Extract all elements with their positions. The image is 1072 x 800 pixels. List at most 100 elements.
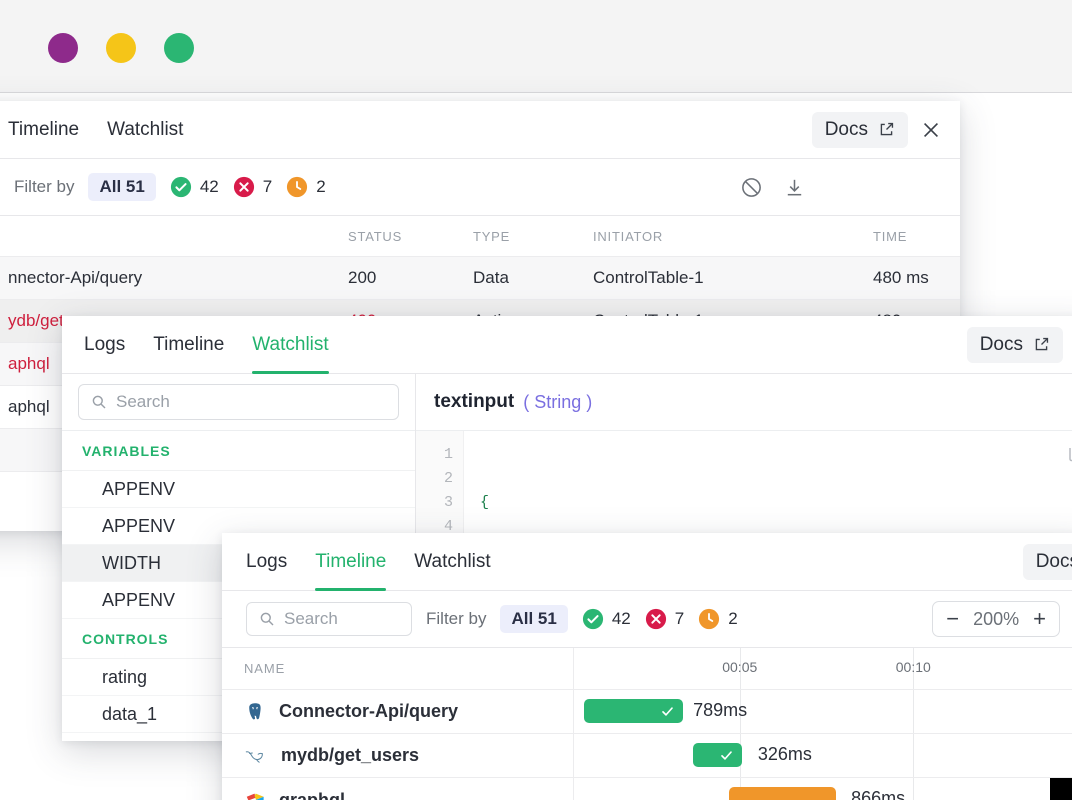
tab-logs-watchlist[interactable]: Logs [84,316,125,374]
zoom-in-button[interactable]: + [1033,608,1046,630]
timeline-panel: Logs Timeline Watchlist Docs Search Filt… [222,533,1072,800]
success-icon [170,176,192,198]
stat-error-count-timeline: 7 [675,609,684,629]
row-status: 200 [348,268,473,288]
line-number: 3 [416,491,453,515]
axis-tick-label: 00:05 [722,659,757,675]
check-icon [660,704,675,719]
tab-timeline-timeline[interactable]: Timeline [315,533,386,591]
tab-timeline-back[interactable]: Timeline [8,101,79,159]
row-name: nnector-Api/query [8,268,348,288]
search-input-watchlist[interactable]: Search [78,384,399,420]
watchlist-item[interactable]: APPENV [62,471,415,508]
timeline-axis: 00:05 00:10 00:1 [574,648,1072,689]
timeline-duration: 326ms [758,744,812,765]
zoom-out-button[interactable]: − [946,608,959,630]
network-table-header: STATUS TYPE INITIATOR TIME [0,216,960,257]
timeline-duration: 866ms [851,788,905,800]
tab-watchlist-back[interactable]: Watchlist [107,101,183,159]
axis-tick-label: 00:10 [896,659,931,675]
timeline-row[interactable]: Connector-Api/query 789ms [222,690,1072,734]
block-icon[interactable] [740,176,763,199]
stat-pending-count-timeline: 2 [728,609,737,629]
timeline-row-name: mydb/get_users [281,745,419,766]
filter-by-label-timeline: Filter by [426,609,486,629]
copy-icon[interactable] [1067,441,1072,463]
tab-timeline-watchlist[interactable]: Timeline [153,316,224,374]
timeline-row-name: Connector-Api/query [279,701,458,722]
timeline-bar[interactable] [729,787,835,800]
tab-watchlist-timeline[interactable]: Watchlist [414,533,490,591]
filter-by-label-back: Filter by [14,177,74,197]
timeline-duration: 789ms [693,700,747,721]
timeline-row-name: graphql [279,790,345,800]
stat-success-count-back: 42 [200,177,219,197]
timeline-row-grid: 326ms [574,734,1072,777]
timeline-bar[interactable] [693,743,742,767]
col-time: TIME [873,229,960,244]
detail-title: textinput ( String ) [416,374,1072,431]
stat-error-timeline[interactable]: 7 [645,608,684,630]
timeline-row-name-cell: mydb/get_users [222,734,574,777]
stat-error-count-back: 7 [263,177,272,197]
app-window: Timeline Watchlist Docs arch Filter by [0,0,1072,800]
timeline-col-name: NAME [222,648,574,689]
zoom-control: − 200% + [932,601,1060,637]
docs-label: Docs [825,119,868,141]
close-icon[interactable] [920,119,942,141]
section-variables: VARIABLES [62,431,415,471]
error-icon [233,176,255,198]
download-icon[interactable] [783,176,806,199]
timeline-row-grid: 866ms [574,778,1072,800]
search-placeholder-timeline: Search [284,609,338,629]
timeline-row[interactable]: mydb/get_users 326ms [222,734,1072,778]
chip-all-back[interactable]: All 51 [88,173,155,201]
docs-button-timeline[interactable]: Docs [1023,544,1072,580]
row-time: 480 ms [873,268,960,288]
stat-pending-timeline[interactable]: 2 [698,608,737,630]
window-controls [48,33,194,63]
search-placeholder-watchlist: Search [116,392,170,412]
maximize-dot[interactable] [164,33,194,63]
timeline-row-grid: 789ms [574,690,1072,733]
mysql-icon [244,745,268,767]
docs-label: Docs [1036,551,1072,573]
docs-button-watchlist[interactable]: Docs [967,327,1063,363]
minimize-dot[interactable] [106,33,136,63]
timeline-row-name-cell: graphql [222,778,574,800]
row-initiator: ControlTable-1 [593,268,873,288]
check-icon [719,748,734,763]
search-icon [91,394,107,410]
timeline-bar[interactable] [584,699,682,723]
col-type: TYPE [473,229,593,244]
watchlist-search-wrap: Search [62,374,415,431]
timeline-row-name-cell: Connector-Api/query [222,690,574,733]
tab-watchlist-watchlist[interactable]: Watchlist [252,316,328,374]
external-link-icon [1033,336,1050,353]
stat-error-back[interactable]: 7 [233,176,272,198]
line-number: 1 [416,443,453,467]
timeline-filterbar: Search Filter by All 51 42 7 [222,591,1072,648]
search-icon [259,611,275,627]
docs-button-back[interactable]: Docs [812,112,908,148]
table-row[interactable]: nnector-Api/query 200 Data ControlTable-… [0,257,960,300]
code-line: { [480,491,1072,515]
timeline-tabbar: Logs Timeline Watchlist Docs [222,533,1072,591]
airtable-icon [244,789,266,800]
stat-success-timeline[interactable]: 42 [582,608,631,630]
stat-success-back[interactable]: 42 [170,176,219,198]
corner-artifact [1050,778,1072,800]
search-input-timeline[interactable]: Search [246,602,412,636]
tab-logs-timeline[interactable]: Logs [246,533,287,591]
watchlist-tabbar: Logs Timeline Watchlist Docs [62,316,1072,374]
detail-name: textinput [434,391,514,413]
network-filterbar: arch Filter by All 51 42 7 [0,159,960,216]
close-dot[interactable] [48,33,78,63]
row-type: Data [473,268,593,288]
stat-pending-back[interactable]: 2 [286,176,325,198]
error-icon [645,608,667,630]
network-panel-tabbar: Timeline Watchlist Docs [0,101,960,159]
chip-all-timeline[interactable]: All 51 [500,605,567,633]
timeline-row[interactable]: graphql 866ms [222,778,1072,800]
external-link-icon [878,121,895,138]
